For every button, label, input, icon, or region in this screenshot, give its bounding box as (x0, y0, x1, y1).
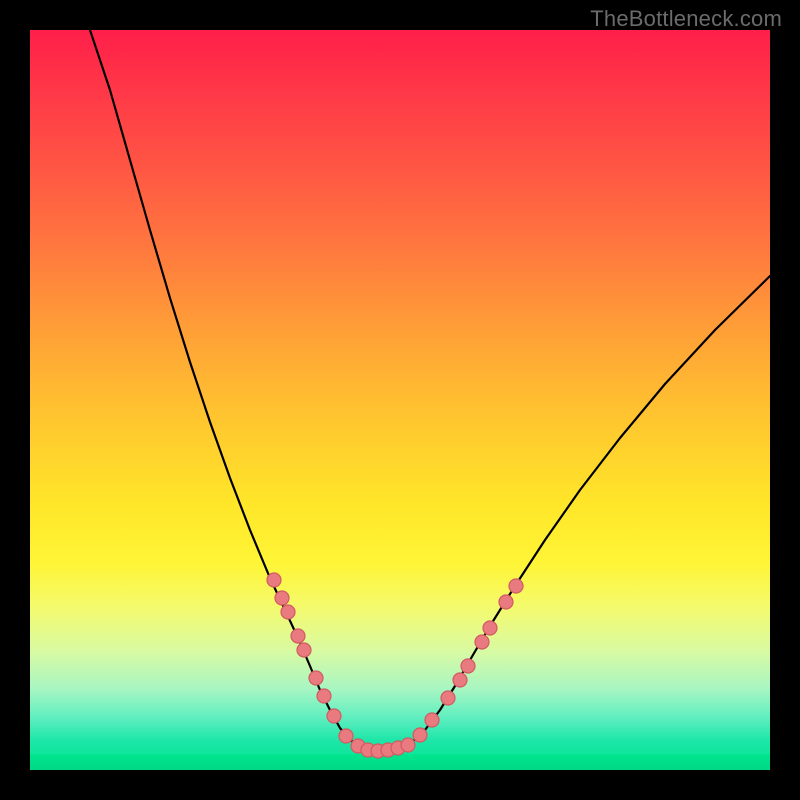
marker-dot (461, 659, 475, 673)
marker-dot (475, 635, 489, 649)
marker-dot (267, 573, 281, 587)
chart-overlay (30, 30, 770, 770)
marker-dot (281, 605, 295, 619)
marker-dot (499, 595, 513, 609)
marker-dots-group (267, 573, 523, 758)
marker-dot (327, 709, 341, 723)
marker-dot (441, 691, 455, 705)
bottleneck-curve (90, 30, 770, 751)
marker-dot (413, 728, 427, 742)
marker-dot (425, 713, 439, 727)
watermark-text: TheBottleneck.com (590, 6, 782, 32)
marker-dot (317, 689, 331, 703)
marker-dot (483, 621, 497, 635)
marker-dot (339, 729, 353, 743)
marker-dot (401, 738, 415, 752)
marker-dot (509, 579, 523, 593)
marker-dot (297, 643, 311, 657)
marker-dot (453, 673, 467, 687)
marker-dot (309, 671, 323, 685)
marker-dot (291, 629, 305, 643)
marker-dot (275, 591, 289, 605)
